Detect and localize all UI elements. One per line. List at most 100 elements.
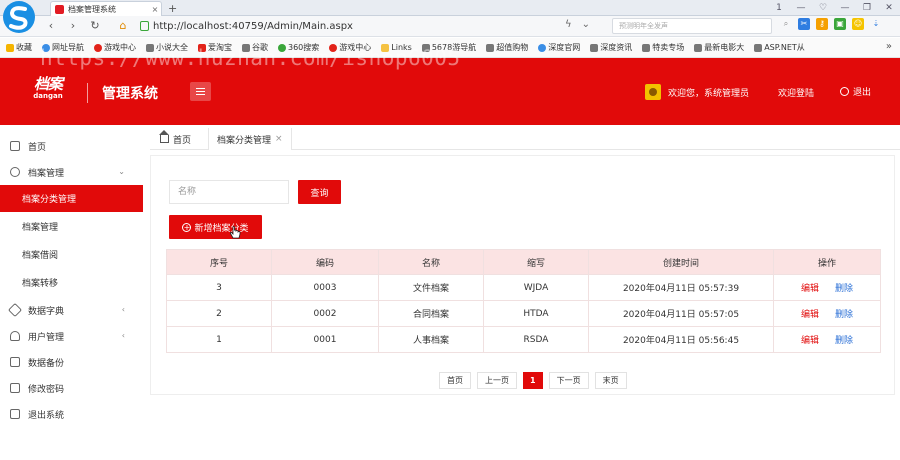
sidebar-item-users[interactable]: 用户管理 ‹ xyxy=(0,323,143,349)
sidebar-item-change-password[interactable]: 修改密码 xyxy=(0,375,143,401)
page-tabs: 首页 档案分类管理 × xyxy=(150,128,900,150)
edit-link[interactable]: 编辑 xyxy=(801,310,819,320)
cell-created: 2020年04月11日 05:57:05 xyxy=(588,300,774,327)
delete-link[interactable]: 删除 xyxy=(835,310,853,320)
shield-icon xyxy=(140,21,149,31)
cell-code: 0003 xyxy=(271,274,379,301)
page-icon xyxy=(642,43,651,52)
sidebar-item-dictionary[interactable]: 数据字典 ‹ xyxy=(0,297,143,323)
key-icon[interactable]: ⚷ xyxy=(816,18,828,30)
forward-icon[interactable]: › xyxy=(66,19,80,32)
prev-page-button[interactable]: 上一页 xyxy=(477,372,517,389)
window-close-button[interactable]: ✕ xyxy=(882,1,896,15)
column-header[interactable]: 序号 xyxy=(166,249,272,275)
bookmark-item[interactable]: 最新电影大 xyxy=(694,42,744,53)
login-link[interactable]: 欢迎登陆 xyxy=(778,86,814,99)
current-page-button[interactable]: 1 xyxy=(523,372,543,389)
sidebar-item-exit[interactable]: 退出系统 xyxy=(0,401,143,427)
dropdown-icon[interactable]: ⌄ xyxy=(582,19,590,30)
window-controls: 1 — ♡ — ❐ ✕ xyxy=(772,1,896,15)
query-button[interactable]: 查询 xyxy=(298,180,341,204)
cell-index: 2 xyxy=(166,300,272,327)
sidebar-item-archives[interactable]: 档案管理 xyxy=(0,213,143,239)
table-row: 1 0001 人事档案 RSDA 2020年04月11日 05:56:45 编辑… xyxy=(166,326,881,353)
close-icon[interactable]: × xyxy=(275,134,283,144)
table-header-row: 序号 编码 名称 缩写 创建时间 操作 xyxy=(166,249,881,275)
tag-icon xyxy=(7,302,23,318)
edit-link[interactable]: 编辑 xyxy=(801,336,819,346)
window-minimize-button[interactable]: — xyxy=(838,1,852,15)
logo-text-en: dangan xyxy=(33,92,63,100)
extension-icon[interactable]: ▣ xyxy=(834,18,846,30)
bookmark-item[interactable]: 收藏 xyxy=(6,42,32,53)
cell-actions: 编辑 删除 xyxy=(773,274,881,301)
window-control-badge[interactable]: 1 xyxy=(772,1,786,15)
cell-index: 3 xyxy=(166,274,272,301)
window-control-menu[interactable]: — xyxy=(794,1,808,15)
sidebar-item-borrowing[interactable]: 档案借阅 xyxy=(0,241,143,267)
cell-code: 0001 xyxy=(271,326,379,353)
edit-link[interactable]: 编辑 xyxy=(801,284,819,294)
url-text[interactable]: http://localhost:40759/Admin/Main.aspx xyxy=(153,21,353,32)
back-icon[interactable]: ‹ xyxy=(44,19,58,32)
bookmark-item[interactable]: 特卖专场 xyxy=(642,42,684,53)
bookmark-item[interactable]: ASP.NET从 xyxy=(754,42,805,53)
chevron-down-icon: ⌄ xyxy=(118,167,125,176)
column-header[interactable]: 操作 xyxy=(773,249,881,275)
monitor-icon xyxy=(10,141,20,151)
column-header[interactable]: 编码 xyxy=(271,249,379,275)
tab-home[interactable]: 首页 xyxy=(152,128,199,150)
header-divider xyxy=(87,83,88,103)
delete-link[interactable]: 删除 xyxy=(835,336,853,346)
bookmarks-more-icon[interactable]: » xyxy=(886,41,892,52)
table-row: 2 0002 合同档案 HTDA 2020年04月11日 05:57:05 编辑… xyxy=(166,300,881,327)
bookmark-item[interactable]: 深度资讯 xyxy=(590,42,632,53)
refresh-icon[interactable]: ↻ xyxy=(88,19,102,32)
cell-abbr: WJDA xyxy=(483,274,589,301)
content-card: 查询 + 新增档案分类 序号 编码 名称 缩写 创建时间 操作 3 0003 文… xyxy=(150,155,895,395)
lightning-icon[interactable]: ϟ xyxy=(565,19,572,30)
delete-link[interactable]: 删除 xyxy=(835,284,853,294)
sidebar-item-home[interactable]: 首页 xyxy=(0,133,143,159)
search-field[interactable]: 预测明年全发声 xyxy=(612,18,772,34)
add-category-button[interactable]: + 新增档案分类 xyxy=(169,215,262,239)
tab-archive-category[interactable]: 档案分类管理 × xyxy=(208,128,292,150)
smile-icon[interactable]: ☺ xyxy=(852,18,864,30)
url-field[interactable]: http://localhost:40759/Admin/Main.aspx xyxy=(140,18,560,34)
page-icon xyxy=(754,43,763,52)
browser-tab[interactable]: 档案管理系统 × xyxy=(50,1,162,16)
new-tab-button[interactable]: + xyxy=(168,2,177,15)
next-page-button[interactable]: 下一页 xyxy=(548,372,589,389)
avatar[interactable] xyxy=(645,84,661,100)
page-icon xyxy=(486,43,495,52)
menu-toggle-button[interactable] xyxy=(190,82,211,101)
sidebar-item-transfer[interactable]: 档案转移 xyxy=(0,269,143,295)
first-page-button[interactable]: 首页 xyxy=(439,372,471,389)
close-tab-icon[interactable]: × xyxy=(149,5,161,14)
window-control-skin[interactable]: ♡ xyxy=(816,1,830,15)
logout-button[interactable]: 退出 xyxy=(840,85,871,98)
cell-actions: 编辑 删除 xyxy=(773,326,881,353)
book-icon xyxy=(10,383,20,393)
screen-icon xyxy=(10,409,20,419)
column-header[interactable]: 缩写 xyxy=(483,249,589,275)
cell-name: 文件档案 xyxy=(378,274,484,301)
bookmark-item[interactable]: 深度官网 xyxy=(538,42,580,53)
sidebar-item-backup[interactable]: 数据备份 xyxy=(0,349,143,375)
sidebar-item-archive-management[interactable]: 档案管理 ⌄ xyxy=(0,159,143,185)
users-icon xyxy=(10,331,20,341)
name-search-input[interactable] xyxy=(169,180,289,204)
app-logo: 档案 dangan xyxy=(28,76,68,100)
bookmark-item[interactable]: 超值购物 xyxy=(486,42,528,53)
home-icon[interactable]: ⌂ xyxy=(116,19,130,32)
column-header[interactable]: 创建时间 xyxy=(588,249,774,275)
last-page-button[interactable]: 末页 xyxy=(594,372,627,389)
window-maximize-button[interactable]: ❐ xyxy=(860,1,874,15)
download-icon[interactable]: ⇣ xyxy=(870,18,882,30)
search-icon[interactable]: ⌕ xyxy=(780,18,792,30)
sidebar-item-archive-category[interactable]: 档案分类管理 xyxy=(0,185,143,212)
scissors-icon[interactable]: ✂ xyxy=(798,18,810,30)
logo-text-cn: 档案 xyxy=(33,75,63,93)
cell-abbr: HTDA xyxy=(483,300,589,327)
column-header[interactable]: 名称 xyxy=(378,249,484,275)
